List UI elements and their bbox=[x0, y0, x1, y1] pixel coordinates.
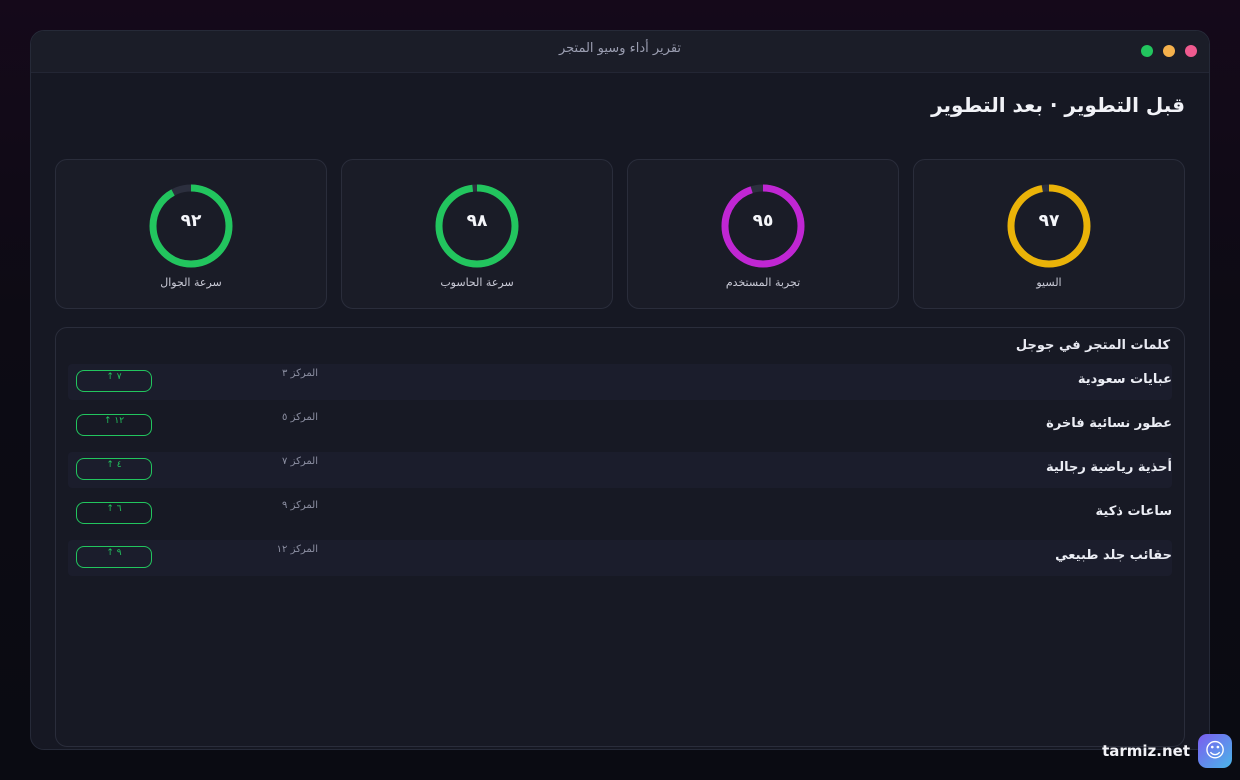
keyword-position: المركز ٥ bbox=[282, 412, 318, 423]
keyword-name: أحذية رياضية رجالية bbox=[1046, 460, 1172, 475]
brand-watermark[interactable]: tarmiz.net ☺ bbox=[1102, 734, 1232, 768]
keywords-title: كلمات المتجر في جوجل bbox=[1015, 338, 1170, 353]
keyword-name: حقائب جلد طبيعي bbox=[1055, 548, 1172, 563]
seo-score: ٩٧ bbox=[1038, 211, 1060, 231]
keyword-row[interactable]: أحذية رياضية رجالية المركز ٧ ٤ ↑ bbox=[68, 452, 1172, 488]
score-card-desktop-speed: ٩٨ سرعة الحاسوب bbox=[341, 159, 613, 309]
main-content: قبل التطوير · بعد التطوير ٩٧ السيو ٩٥ تج… bbox=[31, 73, 1209, 747]
ux-label: تجربة المستخدم bbox=[725, 276, 801, 289]
rank-change-badge: ٧ ↑ bbox=[76, 370, 152, 392]
rank-change-badge: ١٢ ↑ bbox=[76, 414, 152, 436]
brand-name: tarmiz.net bbox=[1102, 742, 1190, 760]
keyword-name: عبايات سعودية bbox=[1077, 372, 1172, 387]
desktop-speed-score: ٩٨ bbox=[466, 211, 488, 231]
page-title: قبل التطوير · بعد التطوير bbox=[931, 93, 1185, 117]
keyword-row[interactable]: عطور نسائية فاخرة المركز ٥ ١٢ ↑ bbox=[68, 408, 1172, 444]
score-card-seo: ٩٧ السيو bbox=[913, 159, 1185, 309]
rank-change-badge: ٦ ↑ bbox=[76, 502, 152, 524]
titlebar: تقرير أداء وسيو المتجر bbox=[31, 31, 1209, 73]
ux-gauge: ٩٥ bbox=[719, 182, 807, 270]
ux-score: ٩٥ bbox=[752, 211, 774, 231]
score-card-ux: ٩٥ تجربة المستخدم bbox=[627, 159, 899, 309]
minimize-button[interactable] bbox=[1163, 45, 1175, 57]
close-button[interactable] bbox=[1185, 45, 1197, 57]
mobile-speed-score: ٩٢ bbox=[180, 211, 202, 231]
desktop-speed-gauge: ٩٨ bbox=[433, 182, 521, 270]
keyword-position: المركز ٩ bbox=[282, 500, 318, 511]
keyword-position: المركز ١٢ bbox=[276, 544, 318, 555]
rank-change-badge: ٩ ↑ bbox=[76, 546, 152, 568]
mobile-speed-gauge: ٩٢ bbox=[147, 182, 235, 270]
keyword-row[interactable]: حقائب جلد طبيعي المركز ١٢ ٩ ↑ bbox=[68, 540, 1172, 576]
score-card-mobile-speed: ٩٢ سرعة الجوال bbox=[55, 159, 327, 309]
seo-gauge: ٩٧ bbox=[1005, 182, 1093, 270]
keywords-panel: كلمات المتجر في جوجل عبايات سعودية المرك… bbox=[55, 327, 1185, 747]
seo-label: السيو bbox=[1036, 276, 1062, 289]
smile-icon: ☺ bbox=[1198, 734, 1232, 768]
window-controls bbox=[1141, 45, 1197, 57]
keyword-name: ساعات ذكية bbox=[1095, 504, 1172, 519]
app-window: تقرير أداء وسيو المتجر قبل التطوير · بعد… bbox=[30, 30, 1210, 750]
keyword-row[interactable]: عبايات سعودية المركز ٣ ٧ ↑ bbox=[68, 364, 1172, 400]
keyword-name: عطور نسائية فاخرة bbox=[1046, 416, 1172, 431]
maximize-button[interactable] bbox=[1141, 45, 1153, 57]
keyword-position: المركز ٧ bbox=[282, 456, 318, 467]
mobile-speed-label: سرعة الجوال bbox=[160, 276, 222, 289]
rank-change-badge: ٤ ↑ bbox=[76, 458, 152, 480]
window-title: تقرير أداء وسيو المتجر bbox=[558, 41, 682, 56]
keyword-row[interactable]: ساعات ذكية المركز ٩ ٦ ↑ bbox=[68, 496, 1172, 532]
score-cards: ٩٧ السيو ٩٥ تجربة المستخدم ٩٨ سرعة الحاس… bbox=[55, 159, 1185, 309]
keyword-position: المركز ٣ bbox=[282, 368, 318, 379]
desktop-speed-label: سرعة الحاسوب bbox=[440, 276, 514, 289]
